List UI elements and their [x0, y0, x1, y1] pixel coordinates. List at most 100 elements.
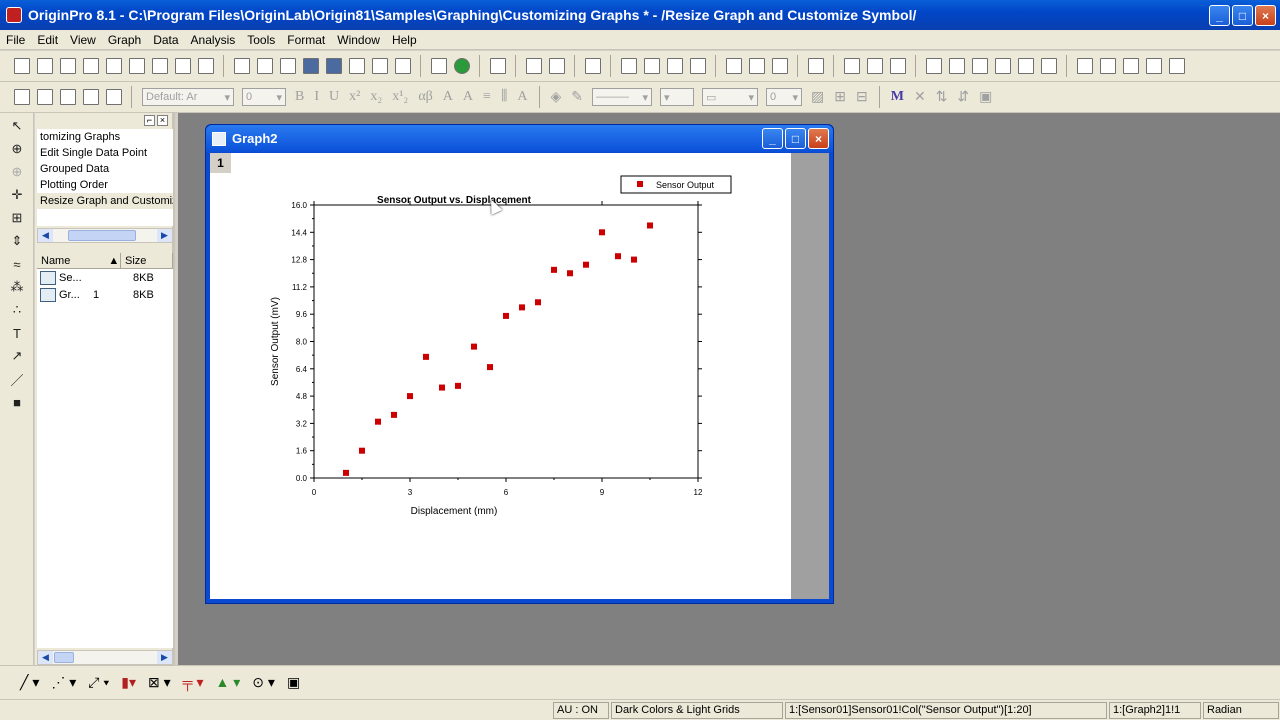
line-style-combo[interactable]: ——— ▾	[592, 88, 653, 106]
code-builder-icon[interactable]	[689, 58, 706, 74]
table-border-icon[interactable]: ⊞	[834, 89, 846, 106]
regional-select-icon[interactable]: ≈	[8, 255, 26, 273]
open-icon[interactable]	[233, 58, 250, 74]
merge-graphs-icon[interactable]	[866, 58, 883, 74]
results-log-icon[interactable]	[620, 58, 637, 74]
graph-window[interactable]: Graph2 _ □ × 1 0 3 6 9 12 0.0 1.6 3.2 4.8 6.4 8.0 9…	[205, 124, 834, 604]
unmask-icon[interactable]: ✕	[914, 89, 926, 106]
underline-icon[interactable]: U	[329, 89, 339, 105]
project-explorer-icon[interactable]	[584, 58, 601, 74]
draw-data-icon[interactable]: ∴	[8, 301, 26, 319]
extract-layers-icon[interactable]	[889, 58, 906, 74]
graph-page[interactable]: 1 0 3 6 9 12 0.0 1.6 3.2 4.8 6.4 8.0 9.6 11.2 12.8 14.…	[210, 153, 791, 599]
scroll-left-icon[interactable]: ◀	[38, 651, 53, 664]
new-project-icon[interactable]	[13, 58, 30, 74]
bottom-x-axis-icon[interactable]	[925, 58, 942, 74]
pointer-icon[interactable]: ↖	[8, 117, 26, 135]
folder-item[interactable]: Edit Single Data Point	[37, 145, 173, 161]
date-time-icon[interactable]	[1145, 58, 1162, 74]
menu-data[interactable]: Data	[147, 33, 184, 47]
maximize-button[interactable]: □	[1232, 5, 1253, 26]
menu-file[interactable]: File	[0, 33, 31, 47]
bold-icon[interactable]: B	[295, 89, 304, 105]
folder-item-selected[interactable]: Resize Graph and Customiz	[37, 193, 173, 209]
top-x-axis-icon[interactable]	[948, 58, 965, 74]
origin-app-icon[interactable]	[6, 7, 22, 23]
import-icon[interactable]	[348, 58, 365, 74]
polar-plot-icon[interactable]: ⊙ ▾	[252, 674, 275, 691]
subscript-icon[interactable]: x₂	[370, 89, 382, 105]
column-header-size[interactable]: Size	[121, 253, 173, 268]
column-header-name[interactable]: Name ▲	[37, 253, 121, 268]
folder-item[interactable]: Grouped Data	[37, 161, 173, 177]
rotate-icon[interactable]: ⇵	[957, 89, 969, 106]
axes-icon[interactable]	[1017, 58, 1034, 74]
new-graph-icon[interactable]	[105, 58, 122, 74]
graph-maximize-button[interactable]: □	[785, 128, 806, 149]
font-combo[interactable]: Default: Ar ▾	[142, 88, 234, 106]
data-selector-icon[interactable]: ⇕	[8, 232, 26, 250]
table-icon[interactable]	[1168, 58, 1185, 74]
superscript-icon[interactable]: x²	[349, 89, 360, 105]
scroll-right-icon[interactable]: ▶	[157, 229, 172, 242]
column-plot-icon[interactable]: ▮▾	[121, 674, 136, 691]
zoom-in-icon[interactable]	[725, 58, 742, 74]
stock-plot-icon[interactable]: ╤ ▾	[183, 674, 204, 691]
grid-icon[interactable]	[1040, 58, 1057, 74]
rectangle-tool-icon[interactable]: ■	[8, 393, 26, 411]
spreadsheet-icon[interactable]	[643, 58, 660, 74]
save-template-icon[interactable]	[325, 58, 342, 74]
zoom-out-icon[interactable]	[748, 58, 765, 74]
layer-icon-button[interactable]	[1099, 58, 1116, 74]
graph-window-icon[interactable]	[212, 131, 226, 146]
border-combo[interactable]: ▭ ▾	[702, 88, 759, 106]
arrow-tool-icon[interactable]: ↗	[8, 347, 26, 365]
refresh-icon[interactable]	[453, 58, 470, 74]
italic-icon[interactable]: I	[314, 89, 319, 105]
new-excel-icon[interactable]	[82, 58, 99, 74]
folder-item[interactable]: tomizing Graphs	[37, 129, 173, 145]
new-matrix-icon[interactable]	[128, 58, 145, 74]
right-y-axis-icon[interactable]	[971, 58, 988, 74]
close-icon[interactable]: ×	[157, 115, 168, 126]
rescale-icon[interactable]	[807, 58, 824, 74]
graph-titlebar[interactable]: Graph2 _ □ ×	[206, 125, 833, 152]
graph-close-button[interactable]: ×	[808, 128, 829, 149]
menu-tools[interactable]: Tools	[241, 33, 281, 47]
scroll-thumb[interactable]	[68, 230, 136, 241]
scroll-left-icon[interactable]: ◀	[38, 229, 53, 242]
open-excel-icon[interactable]	[279, 58, 296, 74]
menu-format[interactable]: Format	[281, 33, 331, 47]
font-size-combo[interactable]: 0 ▾	[242, 88, 286, 106]
lock-icon[interactable]: ▣	[979, 89, 992, 106]
increase-font-icon[interactable]: A	[443, 89, 453, 105]
folder-scrollbar[interactable]: ◀ ▶	[37, 228, 173, 243]
legend-icon[interactable]	[1076, 58, 1093, 74]
brush-icon[interactable]	[59, 89, 76, 105]
align-icon[interactable]: ≡	[483, 89, 491, 105]
line-color-icon[interactable]: ✎	[571, 89, 583, 106]
zoom-icon[interactable]: ⊕	[8, 140, 26, 158]
duplicate-icon[interactable]	[430, 58, 447, 74]
swap-icon[interactable]: ⇅	[936, 89, 948, 106]
command-window-icon[interactable]	[548, 58, 565, 74]
graph-minimize-button[interactable]: _	[762, 128, 783, 149]
clear-icon[interactable]	[105, 89, 122, 105]
file-row-graph[interactable]: Gr... 1 8KB	[37, 286, 173, 303]
line-width-combo[interactable]: ▾	[660, 88, 695, 106]
line-symbol-plot-icon[interactable]: ⤢ ▾	[88, 674, 109, 691]
menu-graph[interactable]: Graph	[102, 33, 147, 47]
script-window-icon[interactable]	[525, 58, 542, 74]
box-plot-icon[interactable]: ⊠ ▾	[148, 674, 171, 691]
scroll-right-icon[interactable]: ▶	[157, 651, 172, 664]
add-layer-icon[interactable]	[843, 58, 860, 74]
print-icon[interactable]	[489, 58, 506, 74]
edit-icon[interactable]	[36, 89, 53, 105]
line-plot-icon[interactable]: ╱ ▾	[20, 674, 39, 691]
data-reader-icon[interactable]: ✛	[8, 186, 26, 204]
pin-icon[interactable]: ⌐	[144, 115, 155, 126]
import-wizard-icon[interactable]	[394, 58, 411, 74]
file-row-worksheet[interactable]: Se... 8KB	[37, 269, 173, 286]
new-layout-icon[interactable]	[174, 58, 191, 74]
mask-tool-icon[interactable]: ⁂	[8, 278, 26, 296]
